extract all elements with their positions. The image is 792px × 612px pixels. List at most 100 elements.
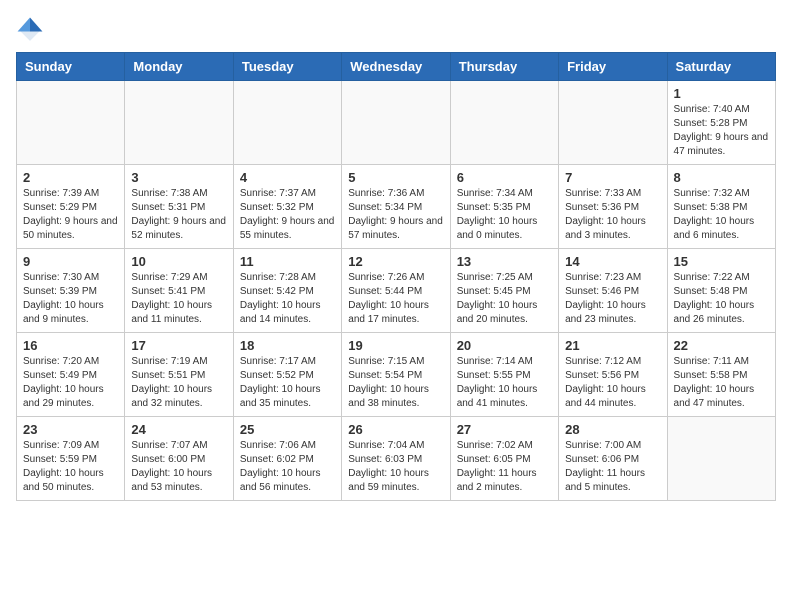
calendar-cell: 28 Sunrise: 7:00 AM Sunset: 6:06 PM Dayli… [559,417,667,501]
day-detail: Sunrise: 7:25 AM Sunset: 5:45 PM Dayligh… [457,271,552,327]
weekday-header-friday: Friday [559,53,667,81]
day-number: 5 [348,170,443,185]
day-detail: Sunrise: 7:02 AM Sunset: 6:05 PM Dayligh… [457,439,552,495]
day-number: 10 [131,254,226,269]
calendar-cell [233,81,341,165]
page-header [16,16,776,44]
calendar-week-3: 16 Sunrise: 7:20 AM Sunset: 5:49 PM Dayli… [17,333,776,417]
day-detail: Sunrise: 7:28 AM Sunset: 5:42 PM Dayligh… [240,271,335,327]
calendar-cell [450,81,558,165]
day-detail: Sunrise: 7:37 AM Sunset: 5:32 PM Dayligh… [240,187,335,243]
day-number: 8 [674,170,769,185]
day-detail: Sunrise: 7:00 AM Sunset: 6:06 PM Dayligh… [565,439,660,495]
day-detail: Sunrise: 7:22 AM Sunset: 5:48 PM Dayligh… [674,271,769,327]
calendar-cell: 20Sunrise: 7:14 AM Sunset: 5:55 PM Dayli… [450,333,558,417]
calendar-cell: 17 Sunrise: 7:19 AM Sunset: 5:51 PM Dayli… [125,333,233,417]
calendar-cell: 23 Sunrise: 7:09 AM Sunset: 5:59 PM Dayli… [17,417,125,501]
calendar-cell: 9 Sunrise: 7:30 AM Sunset: 5:39 PM Daylig… [17,249,125,333]
calendar-cell: 3 Sunrise: 7:38 AM Sunset: 5:31 PM Daylig… [125,165,233,249]
day-detail: Sunrise: 7:40 AM Sunset: 5:28 PM Dayligh… [674,103,769,159]
calendar-cell: 21 Sunrise: 7:12 AM Sunset: 5:56 PM Dayli… [559,333,667,417]
calendar-cell: 8 Sunrise: 7:32 AM Sunset: 5:38 PM Daylig… [667,165,775,249]
day-number: 23 [23,422,118,437]
calendar-cell [667,417,775,501]
day-detail: Sunrise: 7:09 AM Sunset: 5:59 PM Dayligh… [23,439,118,495]
calendar-cell: 11 Sunrise: 7:28 AM Sunset: 5:42 PM Dayli… [233,249,341,333]
calendar-cell: 7Sunrise: 7:33 AM Sunset: 5:36 PM Daylig… [559,165,667,249]
day-detail: Sunrise: 7:15 AM Sunset: 5:54 PM Dayligh… [348,355,443,411]
weekday-header-saturday: Saturday [667,53,775,81]
day-number: 25 [240,422,335,437]
day-number: 4 [240,170,335,185]
weekday-header-thursday: Thursday [450,53,558,81]
day-detail: Sunrise: 7:29 AM Sunset: 5:41 PM Dayligh… [131,271,226,327]
calendar-cell: 22Sunrise: 7:11 AM Sunset: 5:58 PM Dayli… [667,333,775,417]
day-number: 27 [457,422,552,437]
day-number: 18 [240,338,335,353]
day-number: 2 [23,170,118,185]
calendar-week-0: 1 Sunrise: 7:40 AM Sunset: 5:28 PM Daylig… [17,81,776,165]
logo-icon [16,16,44,44]
day-detail: Sunrise: 7:06 AM Sunset: 6:02 PM Dayligh… [240,439,335,495]
day-detail: Sunrise: 7:39 AM Sunset: 5:29 PM Dayligh… [23,187,118,243]
day-number: 21 [565,338,660,353]
day-detail: Sunrise: 7:11 AM Sunset: 5:58 PM Dayligh… [674,355,769,411]
calendar-cell: 25 Sunrise: 7:06 AM Sunset: 6:02 PM Dayli… [233,417,341,501]
day-detail: Sunrise: 7:19 AM Sunset: 5:51 PM Dayligh… [131,355,226,411]
calendar-cell: 16 Sunrise: 7:20 AM Sunset: 5:49 PM Dayli… [17,333,125,417]
calendar-cell: 15Sunrise: 7:22 AM Sunset: 5:48 PM Dayli… [667,249,775,333]
weekday-header-row: SundayMondayTuesdayWednesdayThursdayFrid… [17,53,776,81]
calendar-header: SundayMondayTuesdayWednesdayThursdayFrid… [17,53,776,81]
calendar-cell [17,81,125,165]
calendar-cell: 26 Sunrise: 7:04 AM Sunset: 6:03 PM Dayli… [342,417,450,501]
day-number: 14 [565,254,660,269]
calendar-week-1: 2 Sunrise: 7:39 AM Sunset: 5:29 PM Daylig… [17,165,776,249]
calendar-cell: 10 Sunrise: 7:29 AM Sunset: 5:41 PM Dayli… [125,249,233,333]
calendar-cell [342,81,450,165]
calendar-cell [559,81,667,165]
calendar-cell: 19Sunrise: 7:15 AM Sunset: 5:54 PM Dayli… [342,333,450,417]
weekday-header-monday: Monday [125,53,233,81]
day-detail: Sunrise: 7:32 AM Sunset: 5:38 PM Dayligh… [674,187,769,243]
calendar-cell: 13 Sunrise: 7:25 AM Sunset: 5:45 PM Dayli… [450,249,558,333]
day-detail: Sunrise: 7:12 AM Sunset: 5:56 PM Dayligh… [565,355,660,411]
calendar-body: 1 Sunrise: 7:40 AM Sunset: 5:28 PM Daylig… [17,81,776,501]
calendar-week-4: 23 Sunrise: 7:09 AM Sunset: 5:59 PM Dayli… [17,417,776,501]
day-number: 28 [565,422,660,437]
day-detail: Sunrise: 7:38 AM Sunset: 5:31 PM Dayligh… [131,187,226,243]
day-detail: Sunrise: 7:34 AM Sunset: 5:35 PM Dayligh… [457,187,552,243]
logo [16,16,48,44]
calendar-cell: 4 Sunrise: 7:37 AM Sunset: 5:32 PM Daylig… [233,165,341,249]
calendar-cell: 5 Sunrise: 7:36 AM Sunset: 5:34 PM Daylig… [342,165,450,249]
weekday-header-tuesday: Tuesday [233,53,341,81]
calendar-week-2: 9 Sunrise: 7:30 AM Sunset: 5:39 PM Daylig… [17,249,776,333]
day-number: 11 [240,254,335,269]
day-number: 26 [348,422,443,437]
day-number: 3 [131,170,226,185]
day-number: 9 [23,254,118,269]
day-number: 20 [457,338,552,353]
day-detail: Sunrise: 7:07 AM Sunset: 6:00 PM Dayligh… [131,439,226,495]
day-number: 16 [23,338,118,353]
day-number: 12 [348,254,443,269]
calendar-cell: 1 Sunrise: 7:40 AM Sunset: 5:28 PM Daylig… [667,81,775,165]
day-number: 6 [457,170,552,185]
day-number: 7 [565,170,660,185]
day-detail: Sunrise: 7:20 AM Sunset: 5:49 PM Dayligh… [23,355,118,411]
calendar-cell: 18 Sunrise: 7:17 AM Sunset: 5:52 PM Dayli… [233,333,341,417]
day-detail: Sunrise: 7:26 AM Sunset: 5:44 PM Dayligh… [348,271,443,327]
day-detail: Sunrise: 7:04 AM Sunset: 6:03 PM Dayligh… [348,439,443,495]
day-number: 13 [457,254,552,269]
day-detail: Sunrise: 7:23 AM Sunset: 5:46 PM Dayligh… [565,271,660,327]
weekday-header-wednesday: Wednesday [342,53,450,81]
calendar-cell: 12 Sunrise: 7:26 AM Sunset: 5:44 PM Dayli… [342,249,450,333]
day-detail: Sunrise: 7:36 AM Sunset: 5:34 PM Dayligh… [348,187,443,243]
calendar-cell: 27 Sunrise: 7:02 AM Sunset: 6:05 PM Dayli… [450,417,558,501]
day-number: 17 [131,338,226,353]
day-detail: Sunrise: 7:17 AM Sunset: 5:52 PM Dayligh… [240,355,335,411]
day-number: 24 [131,422,226,437]
day-detail: Sunrise: 7:30 AM Sunset: 5:39 PM Dayligh… [23,271,118,327]
day-number: 1 [674,86,769,101]
calendar-cell: 2 Sunrise: 7:39 AM Sunset: 5:29 PM Daylig… [17,165,125,249]
calendar-cell: 6 Sunrise: 7:34 AM Sunset: 5:35 PM Daylig… [450,165,558,249]
